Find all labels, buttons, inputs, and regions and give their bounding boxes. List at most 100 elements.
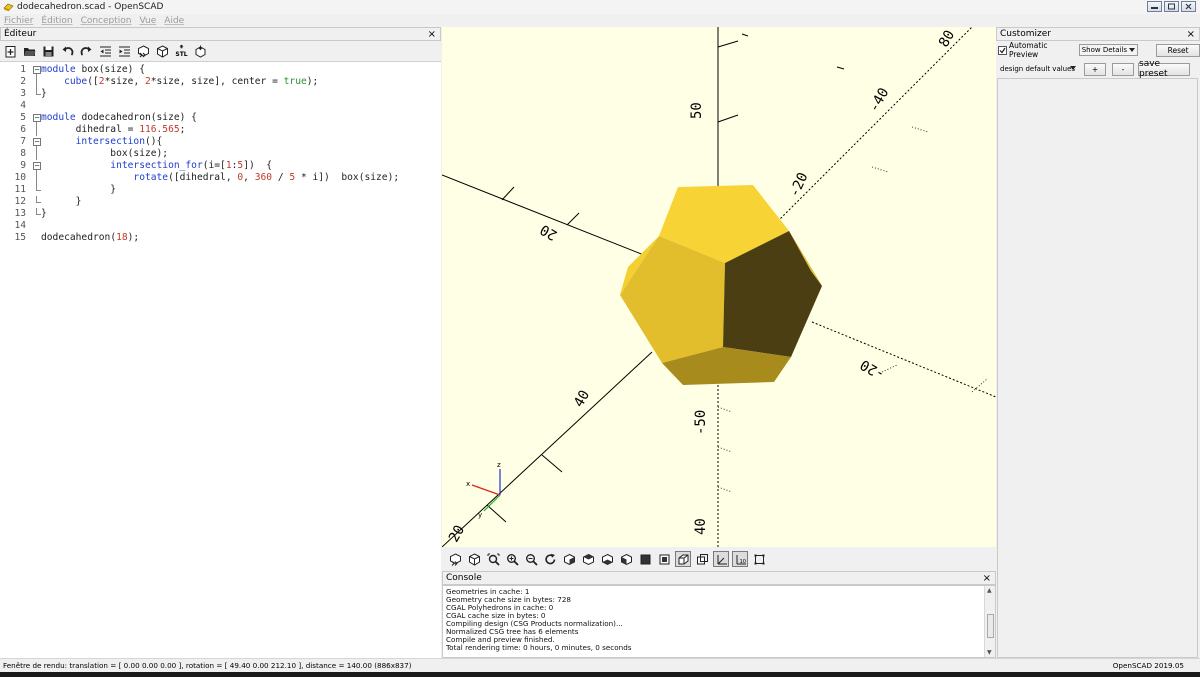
show-scale-markers-icon[interactable]: 10 xyxy=(732,551,748,567)
menu-conception[interactable]: Conception xyxy=(77,16,136,26)
console-scrollbar[interactable]: ▲ ▼ xyxy=(984,586,995,657)
fold-toggle-icon[interactable]: − xyxy=(33,114,41,122)
code-line[interactable]: 10 rotate([dihedral, 0, 360 / 5 * i]) bo… xyxy=(0,172,441,184)
code-line[interactable]: 11 } xyxy=(0,184,441,196)
line-number: 5 xyxy=(20,112,26,123)
close-window-button[interactable] xyxy=(1181,1,1196,12)
view-bottom-icon[interactable] xyxy=(599,551,615,567)
code-text: module dodecahedron(size) { xyxy=(41,112,197,123)
menu-aide[interactable]: Aide xyxy=(160,16,188,26)
line-number: 1 xyxy=(20,64,26,75)
dodecahedron-model[interactable] xyxy=(620,185,822,385)
openscad-logo-icon xyxy=(3,3,14,12)
code-line[interactable]: 12 } xyxy=(0,196,441,208)
zoom-in-icon[interactable] xyxy=(504,551,520,567)
open-file-icon[interactable] xyxy=(22,44,37,59)
render-icon[interactable] xyxy=(466,551,482,567)
add-preset-button[interactable]: + xyxy=(1084,62,1106,76)
view-top-icon[interactable] xyxy=(580,551,596,567)
indent-icon[interactable] xyxy=(117,44,132,59)
line-number: 8 xyxy=(20,148,26,159)
code-line[interactable]: 5− module dodecahedron(size) { xyxy=(0,112,441,124)
editor-close-button[interactable]: × xyxy=(428,28,436,41)
title-bar: dodecahedron.scad - OpenSCAD xyxy=(0,0,1200,14)
line-number: 11 xyxy=(14,184,26,195)
code-line[interactable]: 4 xyxy=(0,100,441,112)
code-line[interactable]: 13} xyxy=(0,208,441,220)
console-title: Console xyxy=(446,573,482,583)
fold-toggle-icon[interactable]: − xyxy=(33,162,41,170)
code-line[interactable]: 15 dodecahedron(18); xyxy=(0,232,441,244)
console-output[interactable]: Geometries in cache: 1 Geometry cache si… xyxy=(442,585,996,658)
automatic-preview-checkbox[interactable] xyxy=(998,45,1007,55)
code-line[interactable]: 6 dihedral = 116.565; xyxy=(0,124,441,136)
code-text: rotate([dihedral, 0, 360 / 5 * i]) box(s… xyxy=(41,172,400,183)
remove-preset-button[interactable]: - xyxy=(1112,62,1134,76)
show-axes-icon[interactable] xyxy=(713,551,729,567)
view-back-icon[interactable] xyxy=(656,551,672,567)
console-close-button[interactable]: × xyxy=(983,572,991,585)
code-editor[interactable]: 1− module box(size) {2 cube([2*size, 2*si… xyxy=(0,61,441,658)
code-line[interactable]: 8 box(size); xyxy=(0,148,441,160)
axis-label-y-neg20: -20 xyxy=(786,170,811,200)
view-right-icon[interactable] xyxy=(561,551,577,567)
save-preset-button[interactable]: save preset xyxy=(1138,59,1190,79)
orthogonal-icon[interactable] xyxy=(694,551,710,567)
menu-edition[interactable]: Édition xyxy=(37,16,76,26)
y-axis-negative xyxy=(442,351,653,547)
export-stl-icon[interactable]: STL xyxy=(174,44,189,59)
code-line[interactable]: 2 cube([2*size, 2*size, size], center = … xyxy=(0,76,441,88)
customizer-close-button[interactable]: × xyxy=(1187,28,1195,41)
scroll-down-icon[interactable]: ▼ xyxy=(987,649,992,656)
preview-icon[interactable] xyxy=(447,551,463,567)
reset-view-icon[interactable] xyxy=(542,551,558,567)
view-toolbar: 10 xyxy=(442,547,996,571)
minimize-button[interactable] xyxy=(1147,1,1162,12)
gizmo-y-label: y xyxy=(478,511,482,519)
save-file-icon[interactable] xyxy=(41,44,56,59)
view-left-icon[interactable] xyxy=(618,551,634,567)
fold-toggle-icon[interactable]: − xyxy=(33,66,41,74)
code-text: module box(size) { xyxy=(41,64,145,75)
code-line[interactable]: 9− intersection_for(i=[1:5]) { xyxy=(0,160,441,172)
reset-button[interactable]: Reset xyxy=(1156,43,1200,57)
show-details-select[interactable]: Show Details xyxy=(1078,44,1139,56)
axis-label-z-neg40: 40 xyxy=(693,518,709,535)
preview-icon[interactable] xyxy=(136,44,151,59)
3d-viewport[interactable]: 50 -50 -20 20 -40 40 80 -20 20 40 z x y xyxy=(442,27,996,547)
axis-label-y-40: 40 xyxy=(571,388,593,411)
redo-icon[interactable] xyxy=(79,44,94,59)
line-number: 4 xyxy=(20,100,26,111)
render-icon[interactable] xyxy=(155,44,170,59)
perspective-icon[interactable] xyxy=(675,551,691,567)
send-to-3d-print-icon[interactable] xyxy=(193,44,208,59)
zoom-out-icon[interactable] xyxy=(523,551,539,567)
viewport-status-text: Fenêtre de rendu: translation = [ 0.00 0… xyxy=(3,661,412,670)
code-line[interactable]: 7− intersection(){ xyxy=(0,136,441,148)
undo-icon[interactable] xyxy=(60,44,75,59)
viewport-canvas[interactable]: 50 -50 -20 20 -40 40 80 -20 20 40 z x y xyxy=(442,27,996,547)
menu-vue[interactable]: Vue xyxy=(136,16,161,26)
scroll-up-icon[interactable]: ▲ xyxy=(987,587,992,594)
window-title: dodecahedron.scad - OpenSCAD xyxy=(17,2,164,12)
code-line[interactable]: 14 xyxy=(0,220,441,232)
code-text: intersection_for(i=[1:5]) { xyxy=(41,160,273,171)
menu-fichier[interactable]: Fichier xyxy=(0,16,37,26)
view-front-icon[interactable] xyxy=(637,551,653,567)
new-file-icon[interactable] xyxy=(3,44,18,59)
code-line[interactable]: 1− module box(size) { xyxy=(0,64,441,76)
view-all-icon[interactable] xyxy=(485,551,501,567)
show-edges-icon[interactable] xyxy=(751,551,767,567)
maximize-button[interactable] xyxy=(1164,1,1179,12)
console-scroll-thumb[interactable] xyxy=(987,614,994,638)
customizer-title: Customizer xyxy=(1000,29,1051,39)
customizer-panel-header: Customizer × xyxy=(996,27,1200,41)
editor-toolbar: STL xyxy=(0,41,441,61)
fold-toggle-icon[interactable]: − xyxy=(33,138,41,146)
preset-select[interactable]: design default values xyxy=(998,63,1078,75)
unindent-icon[interactable] xyxy=(98,44,113,59)
code-text: box(size); xyxy=(41,148,169,159)
code-line[interactable]: 3} xyxy=(0,88,441,100)
editor-panel-header: Éditeur × xyxy=(0,27,441,41)
minimize-icon xyxy=(1151,7,1158,9)
